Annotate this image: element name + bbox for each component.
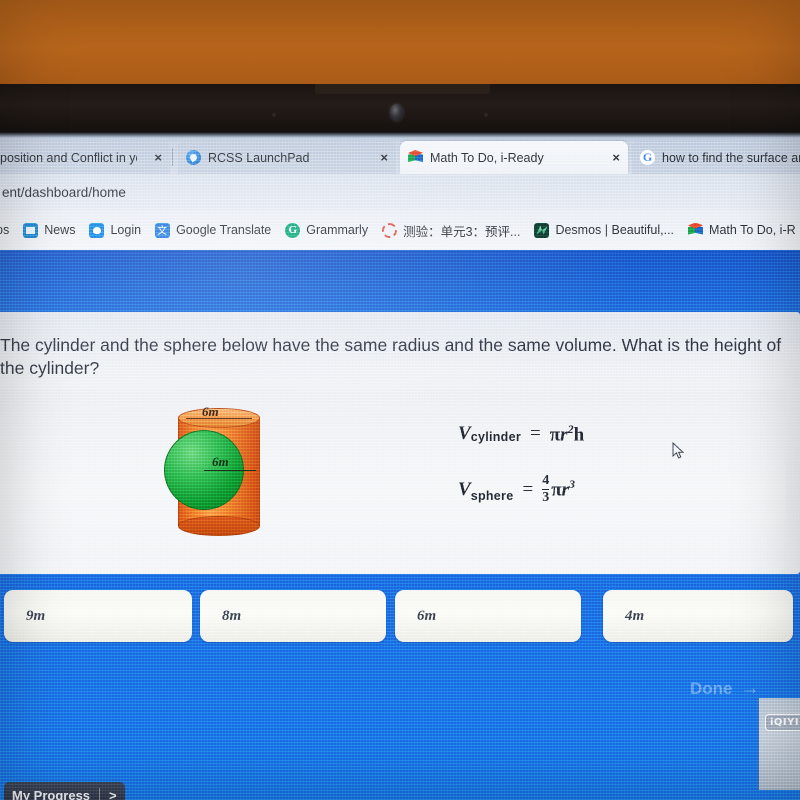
bookmark-quiz-unit3[interactable]: 测验：单元3：预评... <box>382 221 520 240</box>
pi-symbol: π <box>549 424 561 446</box>
bookmark-label: Login <box>110 223 142 237</box>
browser-tab-3-active[interactable]: Math To Do, i-Ready × <box>400 141 628 174</box>
iqiyi-logo: iQIYI <box>765 714 800 731</box>
close-icon[interactable]: × <box>144 150 162 165</box>
browser-chrome: position and Conflict in your × RCSS Lau… <box>0 138 800 250</box>
browser-tab-1[interactable]: position and Conflict in your × <box>0 141 170 174</box>
iqiyi-popup[interactable]: iQIYI <box>757 698 800 790</box>
bookmark-apps[interactable]: ps <box>0 223 9 237</box>
formula-expression: πr3 <box>551 477 575 501</box>
bookmark-label: Google Translate <box>176 223 272 237</box>
fraction-numerator: 4 <box>542 473 550 489</box>
iready-cube-icon <box>408 150 423 165</box>
close-icon[interactable]: × <box>370 150 388 165</box>
bookmark-label: ps <box>0 223 10 237</box>
my-progress-button[interactable]: My Progress > <box>4 782 125 800</box>
sphere-radius-line <box>204 470 256 471</box>
webcam-icon <box>390 104 403 121</box>
cylinder-volume-formula: Vcylinder = πr2h <box>458 422 584 446</box>
login-icon <box>89 222 105 238</box>
formula-expression: πr2h <box>550 422 584 446</box>
tab-title: Math To Do, i-Ready <box>430 150 544 165</box>
bookmark-news[interactable]: News <box>23 222 76 238</box>
answer-label: 6m <box>417 607 437 624</box>
arrow-right-icon: → <box>740 678 760 699</box>
browser-tab-2[interactable]: RCSS LaunchPad × <box>178 141 396 174</box>
google-translate-icon <box>155 222 171 238</box>
answer-choice-1[interactable]: 9m <box>4 590 192 642</box>
done-button[interactable]: Done → <box>690 678 760 700</box>
tab-strip: position and Conflict in your × RCSS Lau… <box>0 138 800 174</box>
question-text: The cylinder and the sphere below have t… <box>0 335 782 378</box>
fraction-denominator: 3 <box>542 488 550 505</box>
fraction-four-thirds: 4 3 <box>542 473 550 505</box>
formula-v: V <box>458 478 471 500</box>
pi-symbol: π <box>551 479 562 501</box>
answer-label: 9m <box>26 607 46 624</box>
tab-title: position and Conflict in your <box>0 150 137 165</box>
address-bar[interactable]: ent/dashboard/home <box>0 174 800 210</box>
laptop-photo: position and Conflict in your × RCSS Lau… <box>0 0 800 800</box>
done-label: Done <box>690 679 733 698</box>
answer-choice-4[interactable]: 4m <box>603 590 793 642</box>
bookmark-google-translate[interactable]: Google Translate <box>155 222 272 238</box>
cylinder-diameter-line <box>186 418 252 419</box>
answer-choices: 9m 8m 6m 4m <box>0 590 800 646</box>
height-symbol: h <box>573 424 585 446</box>
close-icon[interactable]: × <box>602 150 620 165</box>
bookmark-label: Grammarly <box>306 223 369 237</box>
cylinder-bottom-ellipse <box>178 516 260 536</box>
formula-subscript: sphere <box>470 488 514 503</box>
bookmark-login[interactable]: Login <box>89 222 142 238</box>
bezel-notch <box>315 84 490 94</box>
sphere-volume-formula: Vsphere = 4 3 πr3 <box>458 474 584 505</box>
formula-v: V <box>458 423 471 445</box>
bookmark-label: Math To Do, i-R <box>709 223 796 237</box>
my-progress-label: My Progress <box>12 787 91 800</box>
mouse-cursor-icon <box>672 442 685 459</box>
formula-subscript: cylinder <box>470 430 522 445</box>
desmos-icon <box>534 222 550 238</box>
formula-equals: = <box>522 478 534 500</box>
google-g-icon: G <box>640 150 655 165</box>
answer-label: 8m <box>222 607 242 624</box>
grammarly-icon: G <box>285 222 301 238</box>
app-header-bar <box>0 250 800 312</box>
iready-cube-icon <box>688 222 704 238</box>
news-icon <box>23 222 39 238</box>
stimulus-figure: 6m 6m Vcylinder = πr2h Vsphere = 4 3 πr3 <box>0 390 786 560</box>
tab-separator <box>172 148 173 166</box>
wall-background <box>0 0 800 88</box>
bookmark-grammarly[interactable]: G Grammarly <box>285 222 369 238</box>
bookmark-label: News <box>44 223 76 237</box>
tab-title: how to find the surface ar <box>662 150 800 165</box>
sphere-dimension-label: 6m <box>212 454 229 469</box>
launchpad-icon <box>186 150 201 165</box>
tab-title: RCSS LaunchPad <box>208 150 310 165</box>
answer-choice-2[interactable]: 8m <box>200 590 386 642</box>
cylinder-dimension-label: 6m <box>202 404 219 419</box>
bookmarks-bar: ps News Login Google Translate G Grammar… <box>0 210 800 250</box>
bookmark-label: 测验：单元3：预评... <box>403 224 521 239</box>
url-text: ent/dashboard/home <box>2 184 126 200</box>
bookmark-label: Desmos | Beautiful,... <box>555 223 675 237</box>
radius-symbol: r <box>560 424 568 446</box>
microphone-hole-right <box>484 113 488 117</box>
chevron-right-icon: > <box>109 787 117 800</box>
loading-dashed-icon <box>382 222 398 238</box>
bookmark-desmos[interactable]: Desmos | Beautiful,... <box>534 222 675 238</box>
sphere-figure: 6m <box>164 430 256 510</box>
bookmark-math-to-do[interactable]: Math To Do, i-R <box>688 222 796 238</box>
formula-list: Vcylinder = πr2h Vsphere = 4 3 πr3 <box>458 422 584 505</box>
microphone-hole-left <box>272 113 276 117</box>
formula-equals: = <box>530 423 541 445</box>
answer-label: 4m <box>625 607 645 624</box>
iready-app: The cylinder and the sphere below have t… <box>0 250 800 800</box>
radius-exponent: 3 <box>569 477 576 492</box>
radius-symbol: r <box>561 479 570 501</box>
browser-tab-4[interactable]: G how to find the surface ar <box>632 141 800 174</box>
divider <box>99 787 101 800</box>
answer-choice-3[interactable]: 6m <box>395 590 581 642</box>
